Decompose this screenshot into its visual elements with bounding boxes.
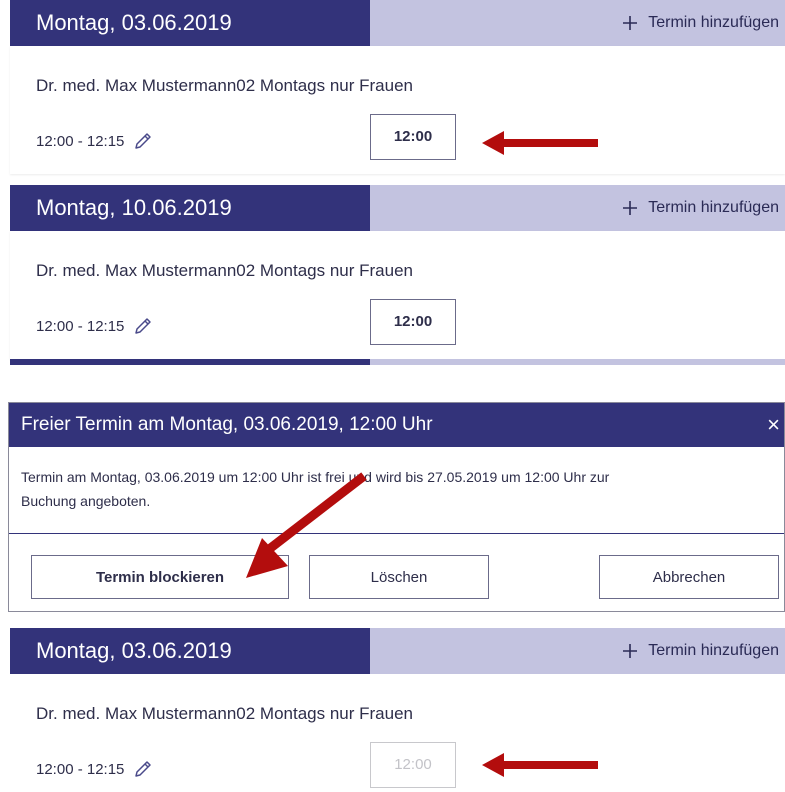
day-title: Montag, 10.06.2019 xyxy=(10,185,370,231)
time-slot-button[interactable]: 12:00 xyxy=(370,299,456,345)
plus-icon xyxy=(623,201,638,215)
time-range: 12:00 - 12:15 xyxy=(36,758,154,780)
blocked-time-slot[interactable]: 12:00 xyxy=(370,742,456,788)
day-header: Montag, 03.06.2019 Termin hinzufügen xyxy=(10,0,785,46)
add-appointment-button[interactable]: Termin hinzufügen xyxy=(370,185,785,231)
time-range-label: 12:00 - 12:15 xyxy=(36,317,125,335)
doctor-name: Dr. med. Max Mustermann02 Montags nur Fr… xyxy=(36,76,413,95)
dialog-message-line: Termin am Montag, 03.06.2019 um 12:00 Uh… xyxy=(21,469,610,485)
appointment-entry: Dr. med. Max Mustermann02 Montags nur Fr… xyxy=(10,231,785,359)
close-icon[interactable]: × xyxy=(767,403,780,447)
plus-icon xyxy=(623,644,638,658)
time-slot-button[interactable]: 12:00 xyxy=(370,114,456,160)
next-day-header-strip xyxy=(10,359,785,365)
red-arrow-icon xyxy=(482,131,598,155)
plus-icon xyxy=(623,16,638,30)
day-header: Montag, 10.06.2019 Termin hinzufügen xyxy=(10,185,785,231)
add-appointment-button[interactable]: Termin hinzufügen xyxy=(370,0,785,46)
day-header: Montag, 03.06.2019 Termin hinzufügen xyxy=(10,628,785,674)
pencil-icon[interactable] xyxy=(132,130,154,152)
dialog-message-line: Buchung angeboten. xyxy=(21,493,151,509)
time-range-label: 12:00 - 12:15 xyxy=(36,760,125,778)
day-title: Montag, 03.06.2019 xyxy=(10,628,370,674)
add-appointment-button[interactable]: Termin hinzufügen xyxy=(370,628,785,674)
add-appointment-label: Termin hinzufügen xyxy=(648,14,779,31)
appointment-entry: Dr. med. Max Mustermann02 Montags nur Fr… xyxy=(10,46,785,174)
red-arrow-icon xyxy=(246,472,367,578)
time-range-label: 12:00 - 12:15 xyxy=(36,132,125,150)
appointment-entry: Dr. med. Max Mustermann02 Montags nur Fr… xyxy=(10,674,785,792)
free-appointment-dialog: Freier Termin am Montag, 03.06.2019, 12:… xyxy=(8,402,785,612)
pencil-icon[interactable] xyxy=(132,315,154,337)
time-range: 12:00 - 12:15 xyxy=(36,315,154,337)
dialog-title: Freier Termin am Montag, 03.06.2019, 12:… xyxy=(9,403,784,447)
cancel-button[interactable]: Abbrechen xyxy=(599,555,779,599)
time-range: 12:00 - 12:15 xyxy=(36,130,154,152)
pencil-icon[interactable] xyxy=(132,758,154,780)
red-arrow-icon xyxy=(482,753,598,777)
day-title: Montag, 03.06.2019 xyxy=(10,0,370,46)
add-appointment-label: Termin hinzufügen xyxy=(648,642,779,659)
dialog-message: Termin am Montag, 03.06.2019 um 12:00 Uh… xyxy=(21,465,771,513)
doctor-name: Dr. med. Max Mustermann02 Montags nur Fr… xyxy=(36,261,413,280)
doctor-name: Dr. med. Max Mustermann02 Montags nur Fr… xyxy=(36,704,413,723)
dialog-divider xyxy=(9,533,784,534)
add-appointment-label: Termin hinzufügen xyxy=(648,199,779,216)
